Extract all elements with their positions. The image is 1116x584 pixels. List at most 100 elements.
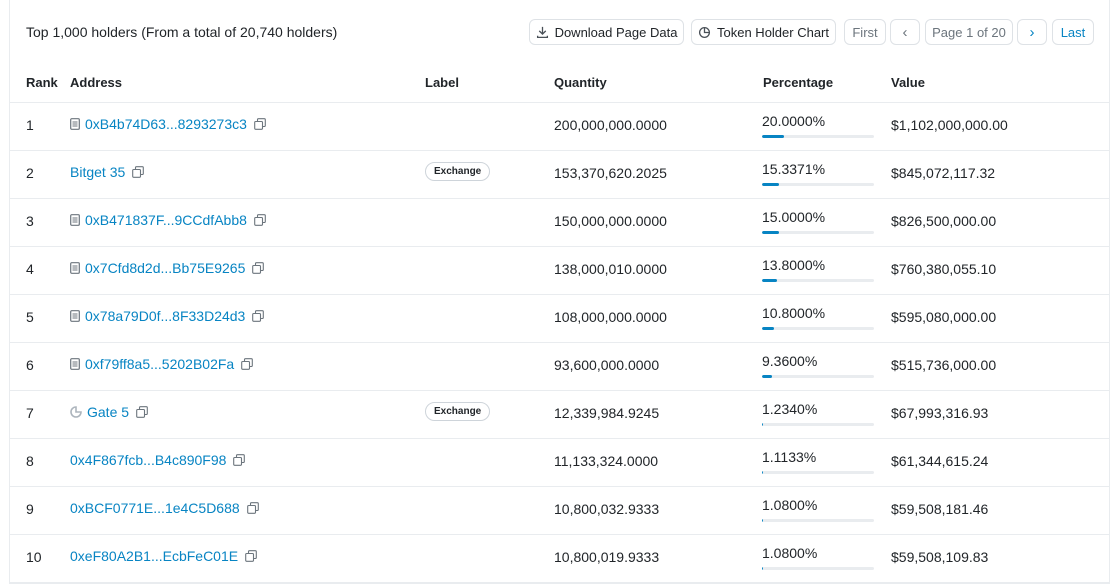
pagination-last-button[interactable]: Last [1052, 19, 1094, 45]
rank-cell: 6 [26, 357, 34, 373]
copy-icon[interactable] [254, 214, 266, 226]
pagination-page-indicator: Page 1 of 20 [925, 19, 1013, 45]
address-cell: 0x78a79D0f...8F33D24d3 [70, 308, 265, 324]
address-link[interactable]: Gate 5 [87, 404, 129, 420]
table-row: 2 Bitget 35 Exchange 153,370,620.2025 15.337… [10, 150, 1109, 199]
rank-cell: 7 [26, 405, 34, 421]
percentage-bar-fill [762, 471, 764, 474]
download-page-data-button[interactable]: Download Page Data [529, 19, 684, 45]
value-cell: $1,102,000,000.00 [891, 117, 1008, 133]
download-icon [536, 26, 548, 38]
rank-cell: 1 [26, 117, 34, 133]
address-cell: 0xBCF0771E...1e4C5D688 [70, 500, 259, 516]
copy-icon[interactable] [254, 118, 266, 130]
percentage-bar-fill [762, 423, 764, 426]
address-cell: 0xeF80A2B1...EcbFeC01E [70, 548, 257, 564]
percentage-cell: 1.0800% [762, 545, 874, 570]
address-link[interactable]: 0x4F867fcb...B4c890F98 [70, 452, 226, 468]
copy-icon[interactable] [252, 262, 265, 274]
value-cell: $760,380,055.10 [891, 261, 997, 277]
table-row: 4 0x7Cfd8d2d...Bb75E9265 138,000,010.0000 1… [10, 246, 1109, 295]
contract-icon [70, 262, 80, 274]
percentage-cell: 1.1133% [762, 449, 874, 474]
percentage-bar-track [762, 183, 874, 186]
value-cell: $59,508,181.46 [891, 501, 989, 517]
pagination-first-button[interactable]: First [844, 19, 886, 45]
table-row: 1 0xB4b74D63...8293273c3 200,000,000.0000 2… [10, 102, 1109, 151]
copy-icon[interactable] [252, 310, 265, 322]
address-link[interactable]: 0xf79ff8a5...5202B02Fa [85, 356, 234, 372]
percentage-cell: 15.3371% [762, 161, 874, 186]
contract-icon [70, 310, 80, 322]
percentage-bar-track [762, 135, 874, 138]
address-link[interactable]: Bitget 35 [70, 164, 125, 180]
holders-summary: Top 1,000 holders (From a total of 20,74… [26, 24, 338, 40]
pagination-next-button[interactable]: › [1017, 19, 1047, 45]
address-link[interactable]: 0x78a79D0f...8F33D24d3 [85, 308, 245, 324]
percentage-bar-fill [762, 567, 764, 570]
value-cell: $59,508,109.83 [891, 549, 989, 565]
copy-icon[interactable] [245, 550, 257, 562]
value-cell: $595,080,000.00 [891, 309, 997, 325]
percentage-bar-track [762, 423, 874, 426]
percentage-cell: 15.0000% [762, 209, 874, 234]
percentage-text: 13.8000% [762, 257, 826, 273]
download-page-data-label: Download Page Data [554, 24, 678, 40]
percentage-text: 1.1133% [762, 449, 817, 465]
copy-icon[interactable] [136, 406, 148, 418]
percentage-text: 15.0000% [762, 209, 826, 225]
rank-cell: 9 [26, 501, 34, 517]
column-header-percentage: Percentage [763, 75, 834, 90]
gate-logo-icon [70, 406, 82, 418]
value-cell: $515,736,000.00 [891, 357, 997, 373]
percentage-bar-fill [762, 183, 780, 186]
address-cell: Gate 5 [70, 404, 148, 420]
table-row: 8 0x4F867fcb...B4c890F98 11,133,324.0000 1.… [10, 438, 1109, 487]
quantity-cell: 200,000,000.0000 [554, 117, 667, 133]
pagination-page-label: Page 1 of 20 [932, 24, 1006, 40]
pie-chart-icon [698, 26, 711, 38]
address-link[interactable]: 0xB4b74D63...8293273c3 [85, 116, 247, 132]
address-link[interactable]: 0xBCF0771E...1e4C5D688 [70, 500, 240, 516]
rank-cell: 8 [26, 453, 34, 469]
chevron-right-icon: › [1029, 23, 1035, 41]
token-holder-chart-label: Token Holder Chart [717, 24, 829, 40]
table-row: 7 Gate 5 Exchange 12,339,984.9245 1.2340% $67… [10, 390, 1109, 439]
quantity-cell: 108,000,000.0000 [554, 309, 667, 325]
percentage-text: 1.2340% [762, 401, 818, 417]
address-link[interactable]: 0xeF80A2B1...EcbFeC01E [70, 548, 238, 564]
percentage-bar-track [762, 519, 874, 522]
table-row: 3 0xB471837F...9CCdfAbb8 150,000,000.0000 1… [10, 198, 1109, 247]
rank-cell: 3 [26, 213, 34, 229]
pagination-prev-button[interactable]: ‹ [890, 19, 920, 45]
percentage-bar-fill [762, 279, 778, 282]
chevron-left-icon: ‹ [902, 23, 908, 41]
percentage-cell: 1.0800% [762, 497, 874, 522]
quantity-cell: 93,600,000.0000 [554, 357, 660, 373]
quantity-cell: 150,000,000.0000 [554, 213, 667, 229]
address-link[interactable]: 0x7Cfd8d2d...Bb75E9265 [85, 260, 245, 276]
column-header-value: Value [891, 75, 925, 90]
holders-table-header: Rank Address Label Quantity Percentage V… [10, 64, 1109, 103]
percentage-text: 10.8000% [762, 305, 826, 321]
holders-toolbar: Top 1,000 holders (From a total of 20,74… [10, 0, 1109, 64]
quantity-cell: 10,800,019.9333 [554, 549, 660, 565]
value-cell: $845,072,117.32 [891, 165, 996, 181]
address-cell: 0x7Cfd8d2d...Bb75E9265 [70, 260, 265, 276]
copy-icon[interactable] [241, 358, 254, 370]
token-holder-chart-button[interactable]: Token Holder Chart [691, 19, 836, 45]
copy-icon[interactable] [233, 454, 246, 466]
contract-icon [70, 214, 80, 226]
percentage-cell: 9.3600% [762, 353, 874, 378]
address-link[interactable]: 0xB471837F...9CCdfAbb8 [85, 212, 247, 228]
copy-icon[interactable] [132, 166, 145, 178]
table-row: 9 0xBCF0771E...1e4C5D688 10,800,032.9333 1.… [10, 486, 1109, 535]
column-header-address: Address [70, 75, 123, 90]
copy-icon[interactable] [246, 502, 259, 514]
table-row: 10 0xeF80A2B1...EcbFeC01E 10,800,019.9333 1… [10, 534, 1109, 583]
percentage-text: 20.0000% [762, 113, 826, 129]
percentage-cell: 1.2340% [762, 401, 874, 426]
percentage-cell: 13.8000% [762, 257, 874, 282]
percentage-bar-track [762, 375, 874, 378]
percentage-bar-track [762, 471, 874, 474]
